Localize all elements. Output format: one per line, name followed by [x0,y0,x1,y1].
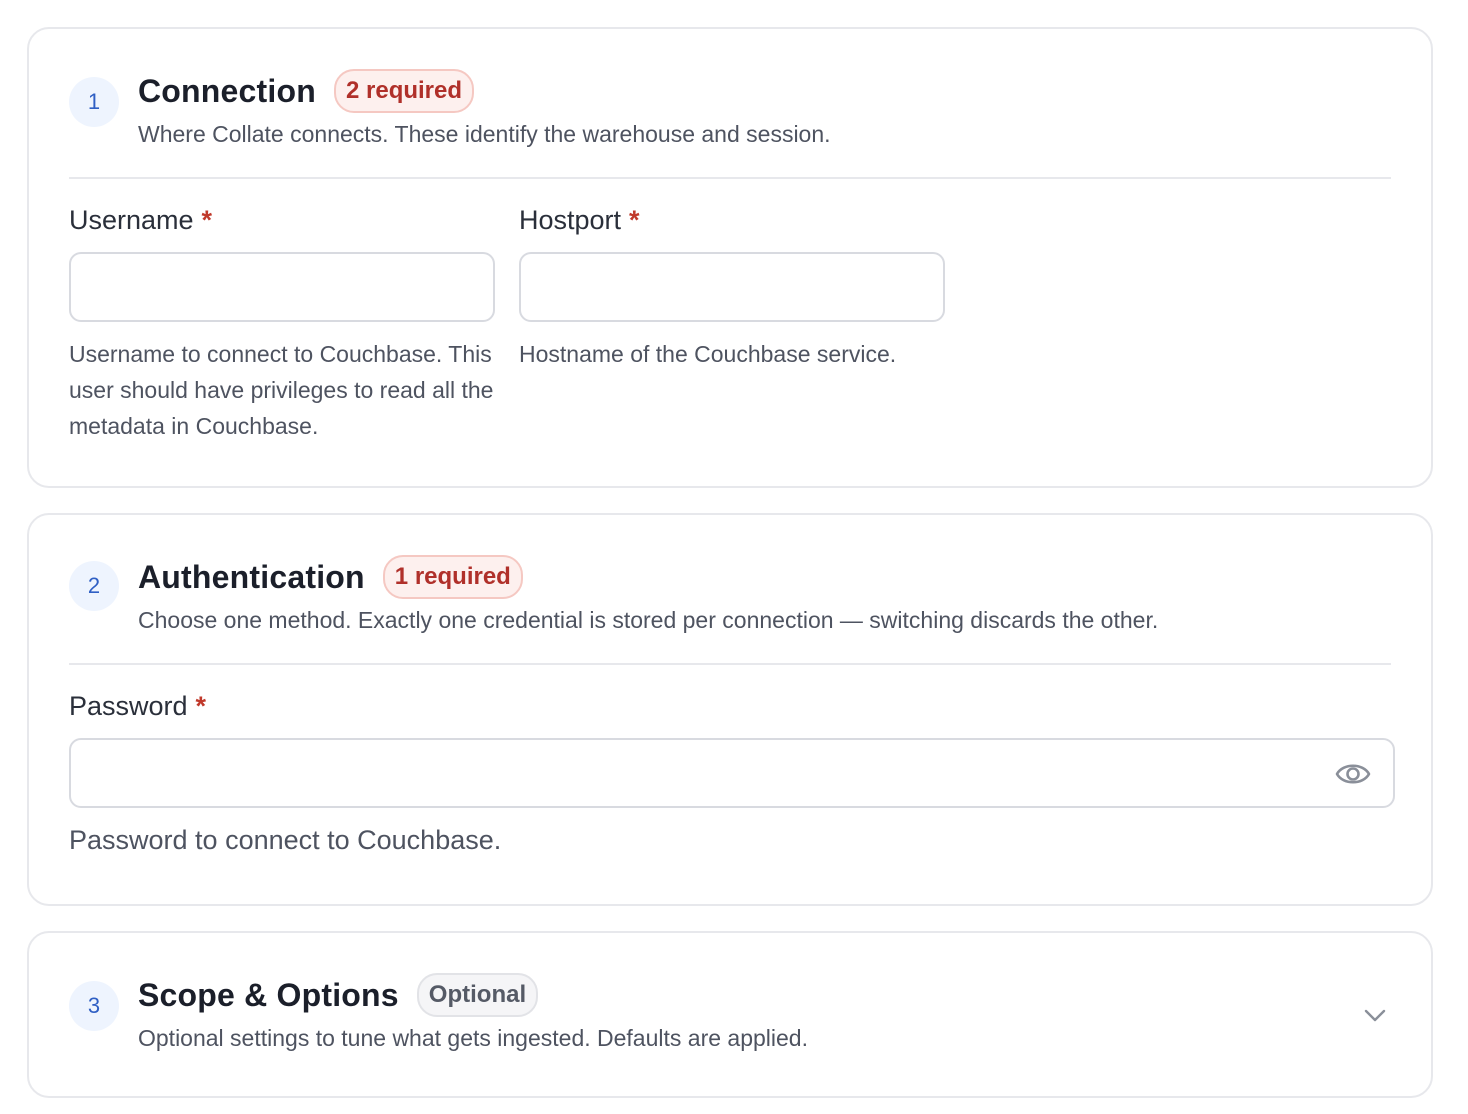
hostport-field-group: Hostport * Hostname of the Couchbase ser… [519,205,945,372]
section-description: Choose one method. Exactly one credentia… [138,607,1159,633]
step-number: 3 [69,981,119,1031]
section-title: Authentication [138,558,365,595]
step-number: 2 [69,561,119,611]
required-badge: 2 required [333,69,475,113]
hostport-label: Hostport * [519,205,640,235]
password-field-group: Password * Password to connect to Couchb… [69,691,1395,858]
hostport-help-text: Hostname of the Couchbase service. [519,341,897,367]
username-label: Username * [69,205,213,235]
section-header: Authentication 1 required [138,555,523,599]
connection-section: 1 Connection 2 required Where Collate co… [27,27,1433,488]
section-title: Scope & Options [138,976,399,1013]
required-asterisk: * [201,205,213,235]
authentication-section: 2 Authentication 1 required Choose one m… [27,513,1433,906]
username-help-text: Username to connect to Couchbase. This u… [69,341,494,439]
optional-badge: Optional [416,973,539,1017]
section-description: Where Collate connects. These identify t… [138,121,831,147]
scope-options-section[interactable]: 3 Scope & Options Optional Optional sett… [27,931,1433,1098]
password-help-text: Password to connect to Couchbase. [69,825,502,855]
hostport-input[interactable] [519,252,945,322]
section-description: Optional settings to tune what gets inge… [138,1025,808,1051]
username-input[interactable] [69,252,495,322]
section-header: Scope & Options Optional [138,973,539,1017]
section-header: Connection 2 required [138,69,475,113]
section-divider [69,177,1391,179]
section-divider [69,663,1391,665]
connection-form-page: 1 Connection 2 required Where Collate co… [0,0,1468,1114]
required-badge: 1 required [382,555,523,599]
eye-icon[interactable] [1335,757,1371,791]
required-asterisk: * [195,691,207,721]
username-field-group: Username * Username to connect to Couchb… [69,205,495,444]
password-input[interactable] [69,738,1395,808]
required-asterisk: * [629,205,640,235]
section-title: Connection [138,72,316,109]
chevron-down-icon[interactable] [1363,1003,1387,1027]
password-label: Password * [69,691,207,721]
step-number: 1 [69,77,119,127]
